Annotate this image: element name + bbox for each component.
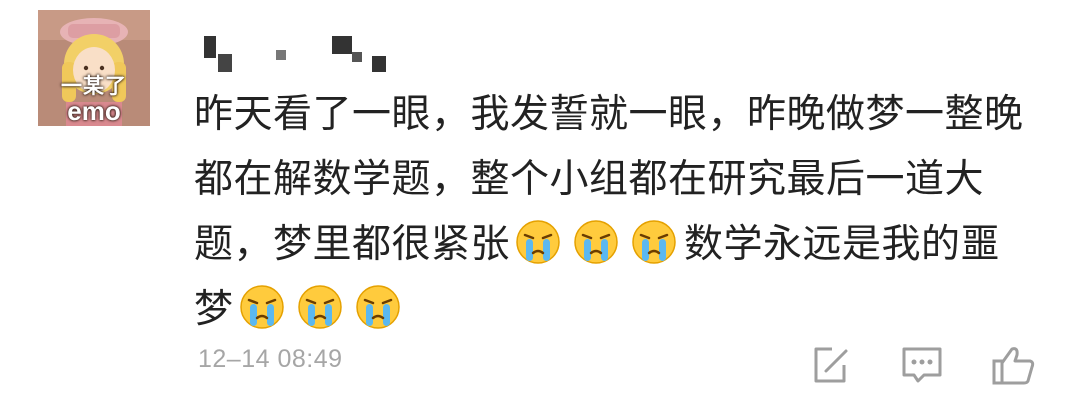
- crying-face-icon: [572, 218, 620, 266]
- avatar[interactable]: 一某了 emo: [38, 10, 150, 126]
- username-redacted[interactable]: [196, 30, 416, 78]
- crying-face-icon: [514, 218, 562, 266]
- crying-face-icon: [238, 283, 286, 331]
- comment-icon[interactable]: [898, 343, 946, 387]
- comment-text: 昨天看了一眼，我发誓就一眼，昨晚做梦一整晚都在解数学题，整个小组都在研究最后一道…: [194, 82, 1034, 342]
- crying-face-icon: [630, 218, 678, 266]
- crying-face-icon: [354, 283, 402, 331]
- comment-timestamp: 12–14 08:49: [198, 345, 343, 373]
- edit-icon[interactable]: [806, 343, 854, 387]
- avatar-caption-emo: emo: [67, 96, 121, 126]
- like-icon[interactable]: [990, 343, 1038, 387]
- crying-face-icon: [296, 283, 344, 331]
